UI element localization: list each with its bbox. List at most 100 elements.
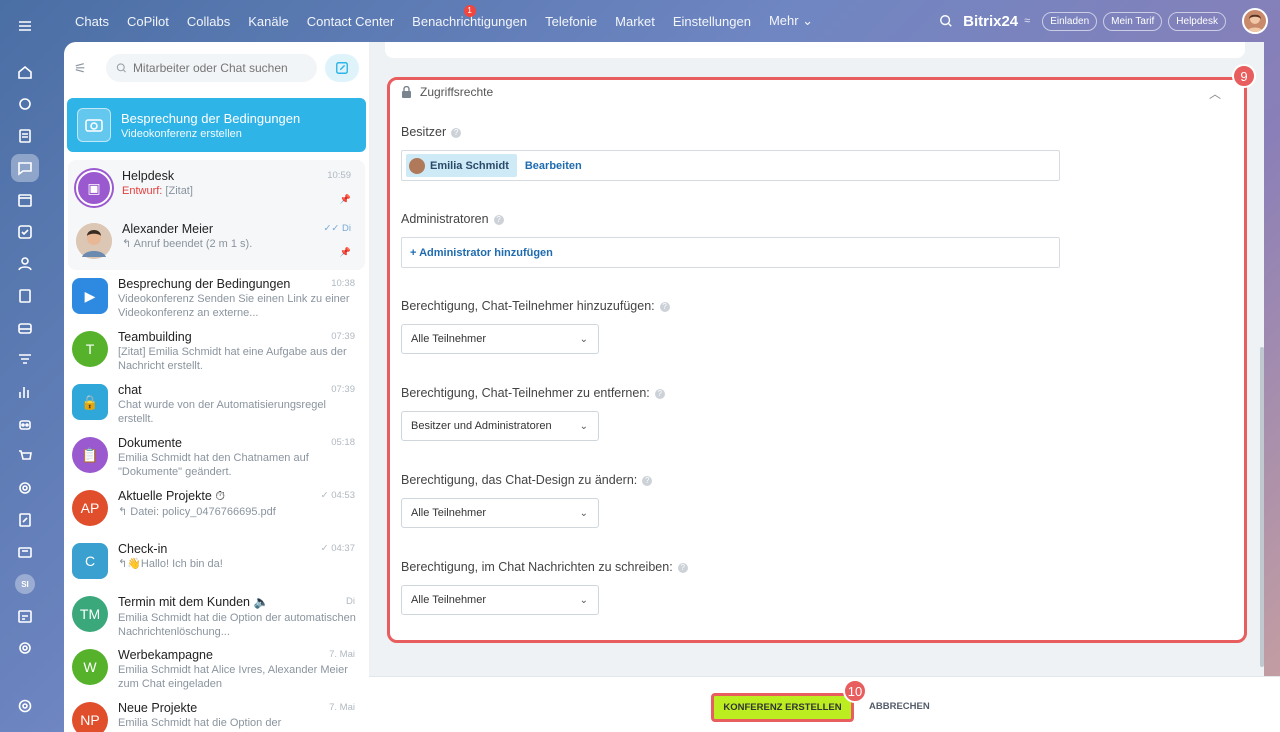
help-icon[interactable]: ? — [659, 301, 670, 312]
chat-item-alexander[interactable]: Alexander Meier ↰ Anruf beendet (2 m 1 s… — [68, 215, 365, 268]
settings-gear-icon[interactable] — [11, 692, 39, 720]
calendar-icon[interactable] — [11, 186, 39, 214]
nav-contact-center[interactable]: Contact Center — [307, 14, 394, 29]
analytics-icon[interactable] — [11, 378, 39, 406]
permission-label-row: Berechtigung, im Chat Nachrichten zu sch… — [401, 560, 688, 574]
permission-select[interactable]: Alle Teilnehmer ⌄ — [401, 585, 599, 615]
help-icon[interactable]: ? — [493, 214, 504, 225]
target-icon[interactable] — [11, 474, 39, 502]
chat-item[interactable]: TM Termin mit dem Kunden 🔈 Emilia Schmid… — [64, 588, 369, 641]
nav-copilot[interactable]: CoPilot — [127, 14, 169, 29]
chat-item[interactable]: ▶ Besprechung der Bedingungen Videokonfe… — [64, 270, 369, 323]
chat-name: Teambuilding — [118, 330, 192, 344]
search-input[interactable] — [132, 61, 307, 75]
new-chat-button[interactable] — [325, 54, 359, 82]
documents-icon[interactable] — [11, 282, 39, 310]
chat-preview: ↰ Datei: policy_0476766695.pdf — [118, 506, 276, 518]
help-icon[interactable]: ? — [677, 562, 688, 573]
owner-label-row: Besitzer? — [401, 125, 462, 139]
nav-more[interactable]: Mehr ⌄ — [769, 13, 813, 29]
chevron-down-icon: ⌄ — [579, 507, 588, 519]
chat-item-helpdesk[interactable]: ▣ Helpdesk Entwurf: [Zitat] 10:59 📌 — [68, 162, 365, 215]
edit-owner-link[interactable]: Bearbeiten — [525, 160, 582, 172]
robot-icon[interactable] — [11, 410, 39, 438]
user-avatar[interactable] — [1242, 8, 1268, 34]
nav-settings[interactable]: Einstellungen — [673, 14, 751, 29]
chat-icon[interactable] — [11, 154, 39, 182]
cards-icon[interactable] — [11, 538, 39, 566]
chevron-up-icon[interactable]: ︿ — [1209, 85, 1221, 102]
permission-label-row: Berechtigung, Chat-Teilnehmer hinzuzufüg… — [401, 299, 670, 313]
nav-kanaele[interactable]: Kanäle — [248, 14, 288, 29]
nav-chats[interactable]: Chats — [75, 14, 109, 29]
chevron-down-icon: ⌄ — [579, 420, 588, 432]
chat-preview: [Zitat] Emilia Schmidt hat eine Aufgabe … — [118, 346, 347, 372]
nav-collabs[interactable]: Collabs — [187, 14, 230, 29]
main-scrollbar[interactable] — [1260, 42, 1264, 732]
chat-time: ✓ 04:53 — [320, 490, 355, 501]
cart-icon[interactable] — [11, 442, 39, 470]
chat-item[interactable]: 📋 Dokumente Emilia Schmidt hat den Chatn… — [64, 429, 369, 482]
owner-chip[interactable]: Emilia Schmidt — [406, 154, 517, 177]
filter-icon[interactable]: ⚟ — [74, 60, 98, 77]
chat-item[interactable]: T Teambuilding [Zitat] Emilia Schmidt ha… — [64, 323, 369, 376]
schedule-icon[interactable] — [11, 602, 39, 630]
contacts-icon[interactable] — [11, 250, 39, 278]
chat-preview: Videokonferenz Senden Sie einen Link zu … — [118, 293, 350, 319]
nav-telefonie[interactable]: Telefonie — [545, 14, 597, 29]
active-chat-title: Besprechung der Bedingungen — [121, 110, 301, 126]
chat-time: 05:18 — [331, 437, 355, 448]
helpdesk-button[interactable]: Helpdesk — [1168, 11, 1226, 31]
access-rights-header[interactable]: Zugriffsrechte — [401, 85, 493, 99]
tasks-list-icon[interactable] — [11, 122, 39, 150]
checkbox-icon[interactable] — [11, 218, 39, 246]
cancel-button[interactable]: ABBRECHEN — [869, 701, 930, 712]
home-icon[interactable] — [11, 58, 39, 86]
chat-list-panel: ⚟ Besprechung der Bedingungen Videokonfe… — [64, 42, 369, 732]
chat-item[interactable]: AP Aktuelle Projekte ⏱ ↰ Datei: policy_0… — [64, 482, 369, 535]
my-plan-button[interactable]: Mein Tarif — [1103, 11, 1163, 31]
pin-icon[interactable]: 📌 — [340, 247, 351, 258]
search-box[interactable] — [106, 54, 317, 82]
invite-button[interactable]: Einladen — [1042, 11, 1098, 31]
permission-select[interactable]: Alle Teilnehmer ⌄ — [401, 324, 599, 354]
add-admin-link[interactable]: + Administrator hinzufügen — [410, 247, 553, 259]
permission-value: Besitzer und Administratoren — [411, 420, 552, 432]
nav-market[interactable]: Market — [615, 14, 655, 29]
inbox-icon[interactable] — [11, 314, 39, 342]
scrollbar-thumb[interactable] — [1260, 347, 1264, 667]
permission-select[interactable]: Alle Teilnehmer ⌄ — [401, 498, 599, 528]
funnel-icon[interactable] — [11, 346, 39, 374]
search-row: ⚟ — [64, 42, 369, 94]
chat-rows: ▶ Besprechung der Bedingungen Videokonfe… — [64, 270, 369, 732]
sign-icon[interactable] — [11, 506, 39, 534]
active-chat-item[interactable]: Besprechung der Bedingungen Videokonfere… — [67, 98, 366, 152]
pinned-chats: ▣ Helpdesk Entwurf: [Zitat] 10:59 📌 Alex… — [68, 160, 365, 270]
chat-avatar: T — [72, 331, 108, 367]
permission-label-row: Berechtigung, Chat-Teilnehmer zu entfern… — [401, 386, 665, 400]
chat-preview: Emilia Schmidt hat den Chatnamen auf "Do… — [118, 452, 309, 478]
left-rail: SI — [0, 0, 50, 732]
chat-item[interactable]: NP Neue Projekte Emilia Schmidt hat die … — [64, 694, 369, 732]
create-conference-button[interactable]: KONFERENZ ERSTELLEN — [711, 693, 854, 722]
pin-icon[interactable]: 📌 — [340, 194, 351, 205]
permission-value: Alle Teilnehmer — [411, 507, 487, 519]
permission-select[interactable]: Besitzer und Administratoren ⌄ — [401, 411, 599, 441]
chat-item[interactable]: W Werbekampagne Emilia Schmidt hat Alice… — [64, 641, 369, 694]
search-icon[interactable] — [939, 14, 953, 28]
chat-time: Di — [346, 596, 355, 607]
help-icon[interactable]: ? — [451, 127, 462, 138]
user-avatar-rail[interactable]: SI — [11, 570, 39, 598]
feed-icon[interactable] — [11, 90, 39, 118]
main-panel: Zugriffsrechte ︿ Besitzer? Emilia Schmid… — [369, 42, 1264, 732]
help-icon[interactable]: ? — [642, 475, 653, 486]
brand-logo[interactable]: Bitrix24 — [963, 13, 1018, 30]
nav-notifications[interactable]: 1 Benachrichtigungen — [412, 4, 527, 29]
chat-item[interactable]: C Check-in ↰👋Hallo! Ich bin da! ✓ 04:37 — [64, 535, 369, 588]
help-icon[interactable]: ? — [654, 388, 665, 399]
chat-time: 07:39 — [331, 384, 355, 395]
compose-icon — [336, 62, 348, 74]
chat-item[interactable]: 🔒 chat Chat wurde von der Automatisierun… — [64, 376, 369, 429]
support-icon[interactable] — [11, 634, 39, 662]
menu-icon[interactable] — [11, 12, 39, 40]
